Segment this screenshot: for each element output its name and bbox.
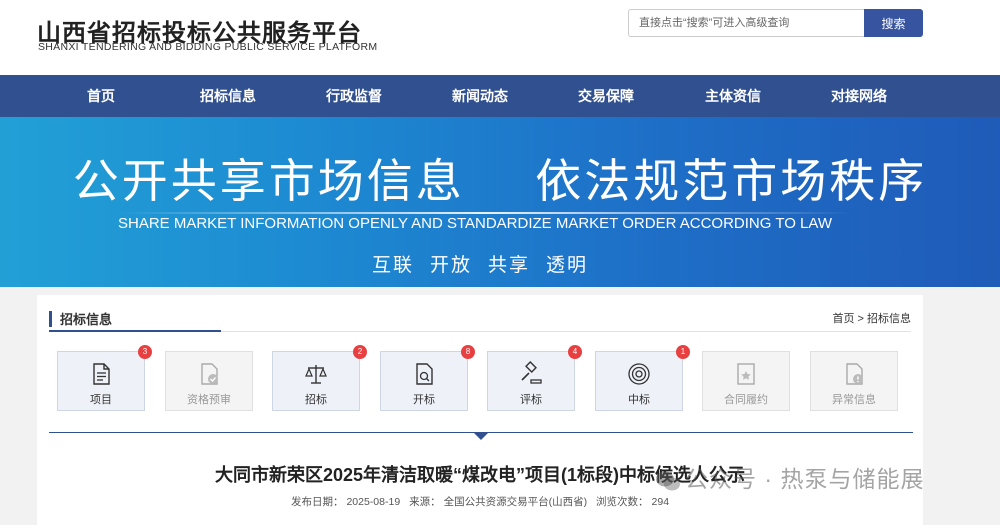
step-label: 项目 [90, 394, 112, 406]
banner-keyword: 透明 [546, 255, 589, 276]
nav-item-news[interactable]: 新闻动态 [452, 75, 508, 117]
site-header: 山西省招标投标公共服务平台 SHANXI TENDERING AND BIDDI… [0, 0, 1000, 75]
banner-keyword: 共享 [488, 255, 531, 276]
banner-keyword: 开放 [429, 255, 472, 276]
step-label: 合同履约 [724, 394, 768, 406]
count-badge: 8 [461, 345, 475, 359]
step-label: 开标 [413, 394, 435, 406]
watermark: 公众号 · 热泵与储能展 [655, 460, 924, 494]
search-input[interactable] [628, 9, 864, 37]
contract-icon [737, 363, 755, 385]
step-prequalification[interactable]: 资格预审 [165, 351, 253, 411]
step-evaluation[interactable]: 评标 4 [487, 345, 582, 411]
step-label: 异常信息 [832, 394, 876, 406]
step-label: 评标 [520, 394, 542, 406]
step-anomaly[interactable]: 异常信息 [810, 351, 898, 411]
nav-item-network[interactable]: 对接网络 [831, 75, 887, 117]
step-project[interactable]: 项目 3 [57, 345, 152, 411]
nav-item-credit[interactable]: 主体资信 [705, 75, 761, 117]
step-label: 中标 [628, 394, 650, 406]
publish-date: 2025-08-19 [346, 496, 401, 508]
view-count: 294 [651, 496, 670, 508]
count-badge: 4 [568, 345, 582, 359]
count-badge: 3 [138, 345, 152, 359]
scales-icon [305, 365, 327, 384]
wechat-icon [656, 471, 680, 491]
banner-english: SHARE MARKET INFORMATION OPENLY AND STAN… [118, 215, 832, 232]
watermark-text: 公众号 · 热泵与储能展 [685, 466, 925, 492]
warning-file-icon [846, 363, 863, 385]
divider-arrow [474, 433, 488, 440]
site-subtitle: SHANXI TENDERING AND BIDDING PUBLIC SERV… [38, 41, 378, 53]
section-rule [49, 330, 221, 332]
breadcrumb[interactable]: 首页 > 招标信息 [832, 310, 911, 326]
gavel-icon [521, 361, 542, 384]
nav-item-home[interactable]: 首页 [87, 75, 115, 117]
nav-item-bidding-info[interactable]: 招标信息 [200, 75, 256, 117]
publish-date-label: 发布日期： [290, 496, 344, 508]
step-award[interactable]: 中标 1 [595, 345, 690, 411]
search-button[interactable]: 搜索 [864, 9, 923, 37]
process-steps: 项目 3 资格预审 招标 2 开标 8 评标 4 中标 1 合同履约 异常信息 [57, 345, 903, 413]
document-icon [93, 363, 110, 385]
step-label: 招标 [305, 394, 327, 406]
source-label: 来源： [409, 496, 441, 508]
target-icon [628, 363, 650, 385]
banner-slogan: 公开共享市场信息 依法规范市场秩序 [72, 154, 928, 208]
file-search-icon [416, 363, 433, 385]
nav-item-guarantee[interactable]: 交易保障 [578, 75, 634, 117]
count-badge: 2 [353, 345, 367, 359]
step-contract[interactable]: 合同履约 [702, 351, 790, 411]
step-tendering[interactable]: 招标 2 [272, 345, 367, 411]
nav-item-supervision[interactable]: 行政监督 [326, 75, 382, 117]
section-marker [49, 311, 52, 327]
section-title: 招标信息 [60, 312, 113, 327]
banner-keywords: 互联 开放 共享 透明 [0, 250, 960, 277]
count-badge: 1 [676, 345, 690, 359]
step-bid-opening[interactable]: 开标 8 [380, 345, 475, 411]
step-label: 资格预审 [187, 394, 231, 406]
main-nav: 首页 招标信息 行政监督 新闻动态 交易保障 主体资信 对接网络 [0, 75, 1000, 117]
banner-divider [120, 212, 850, 214]
file-check-icon [201, 363, 218, 385]
source: 全国公共资源交易平台(山西省) [443, 496, 588, 508]
section-rule-light [221, 331, 911, 332]
views-label: 浏览次数： [596, 496, 649, 508]
banner-keyword: 互联 [371, 255, 414, 276]
article-meta: 发布日期： 2025-08-19 来源： 全国公共资源交易平台(山西省) 浏览次数：… [37, 494, 923, 509]
banner: 公开共享市场信息 依法规范市场秩序 SHARE MARKET INFORMATI… [0, 117, 1000, 287]
